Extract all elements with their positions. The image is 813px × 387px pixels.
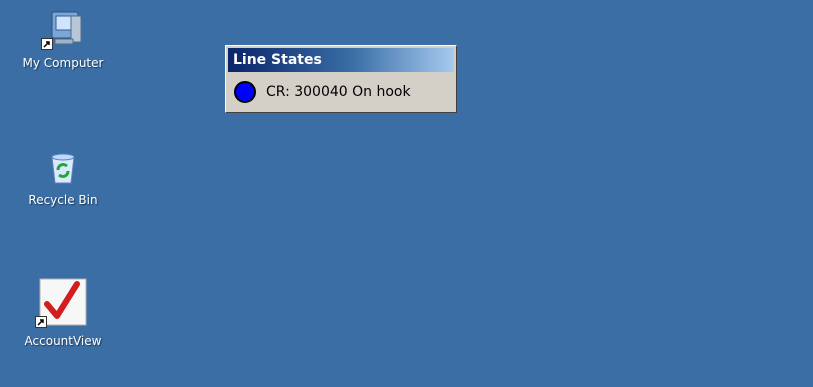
accountview-icon (35, 276, 89, 328)
icon-label: Recycle Bin (28, 193, 98, 207)
desktop-icon-accountview[interactable]: AccountView (8, 276, 118, 348)
line-states-window[interactable]: Line States CR: 300040 On hook (225, 45, 457, 113)
line-status-indicator-icon (234, 81, 256, 103)
shortcut-arrow-icon (41, 38, 53, 50)
recycle-bin-icon (43, 147, 83, 187)
desktop: My Computer Recycle Bin AccountView Line… (0, 0, 813, 387)
line-status-text: CR: 300040 On hook (266, 84, 411, 100)
shortcut-arrow-icon (35, 316, 47, 328)
icon-label: AccountView (24, 334, 102, 348)
line-status-row: CR: 300040 On hook (228, 76, 454, 108)
line-states-title[interactable]: Line States (228, 48, 454, 72)
desktop-icon-my-computer[interactable]: My Computer (8, 10, 118, 70)
desktop-icon-recycle-bin[interactable]: Recycle Bin (8, 147, 118, 207)
icon-label: My Computer (22, 56, 104, 70)
my-computer-icon (41, 10, 83, 50)
